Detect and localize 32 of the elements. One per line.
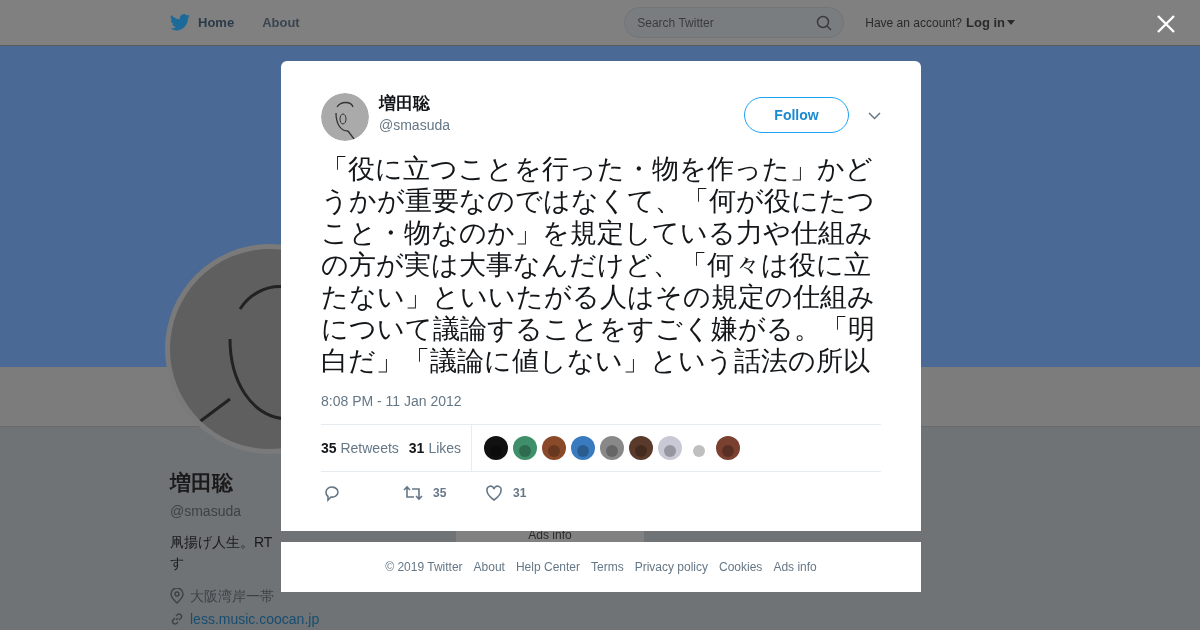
like-count[interactable]: 31 Likes (408, 425, 473, 471)
account-prompt: Have an account? (865, 14, 962, 32)
login-button[interactable]: Log in (966, 12, 1015, 33)
nav-link[interactable]: Home (198, 12, 235, 33)
search-field[interactable]: Search Twitter (624, 7, 845, 38)
author-name[interactable]: 増田聡 (379, 93, 451, 115)
footer-link[interactable]: © 2019 Twitter (385, 558, 463, 576)
action-count: 35 (433, 485, 447, 502)
profile-bio: 凧揚げ人生。RT (170, 532, 273, 552)
link-icon (170, 611, 184, 626)
footer-link[interactable]: Help Center (515, 558, 580, 576)
nav-link[interactable]: About (262, 12, 300, 33)
action-count: 31 (513, 485, 527, 502)
tweet-timestamp[interactable]: 8:08 PM - 11 Jan 2012 (321, 391, 881, 412)
footer-link[interactable]: Terms (591, 558, 624, 576)
reply-icon[interactable] (323, 484, 341, 502)
chevron-down-icon[interactable] (868, 112, 881, 120)
profile-name: 増田聡 (170, 470, 233, 496)
retweet-count[interactable]: 35 Retweets (321, 437, 399, 459)
author-handle[interactable]: @smasuda (379, 115, 451, 135)
close-icon[interactable] (1157, 15, 1175, 33)
location-pin-icon (170, 588, 184, 604)
search-icon[interactable] (816, 15, 833, 31)
retweet-icon[interactable] (403, 484, 423, 502)
profile-bio: す (170, 553, 184, 573)
footer-link[interactable]: Cookies (719, 558, 763, 576)
heart-icon[interactable] (485, 484, 503, 502)
footer-link[interactable]: Ads info (773, 558, 817, 576)
footer-link[interactable]: About (473, 558, 505, 576)
footer-link[interactable]: Privacy policy (634, 558, 708, 576)
tweet-text: 「役に立つことを行った・物を作った」かどうかが重要なのではなくて、「何が役にたつこと・物なのか」を規定している力や仕組みの方が実は大事なんだけど、「何々は役に立たない」といいたがる人はその規定の仕組みについて議論することをすごく嫌がる。「明白だ」「議論に値しない」という話法の所以 (321, 153, 876, 377)
caret-icon (1007, 20, 1015, 25)
